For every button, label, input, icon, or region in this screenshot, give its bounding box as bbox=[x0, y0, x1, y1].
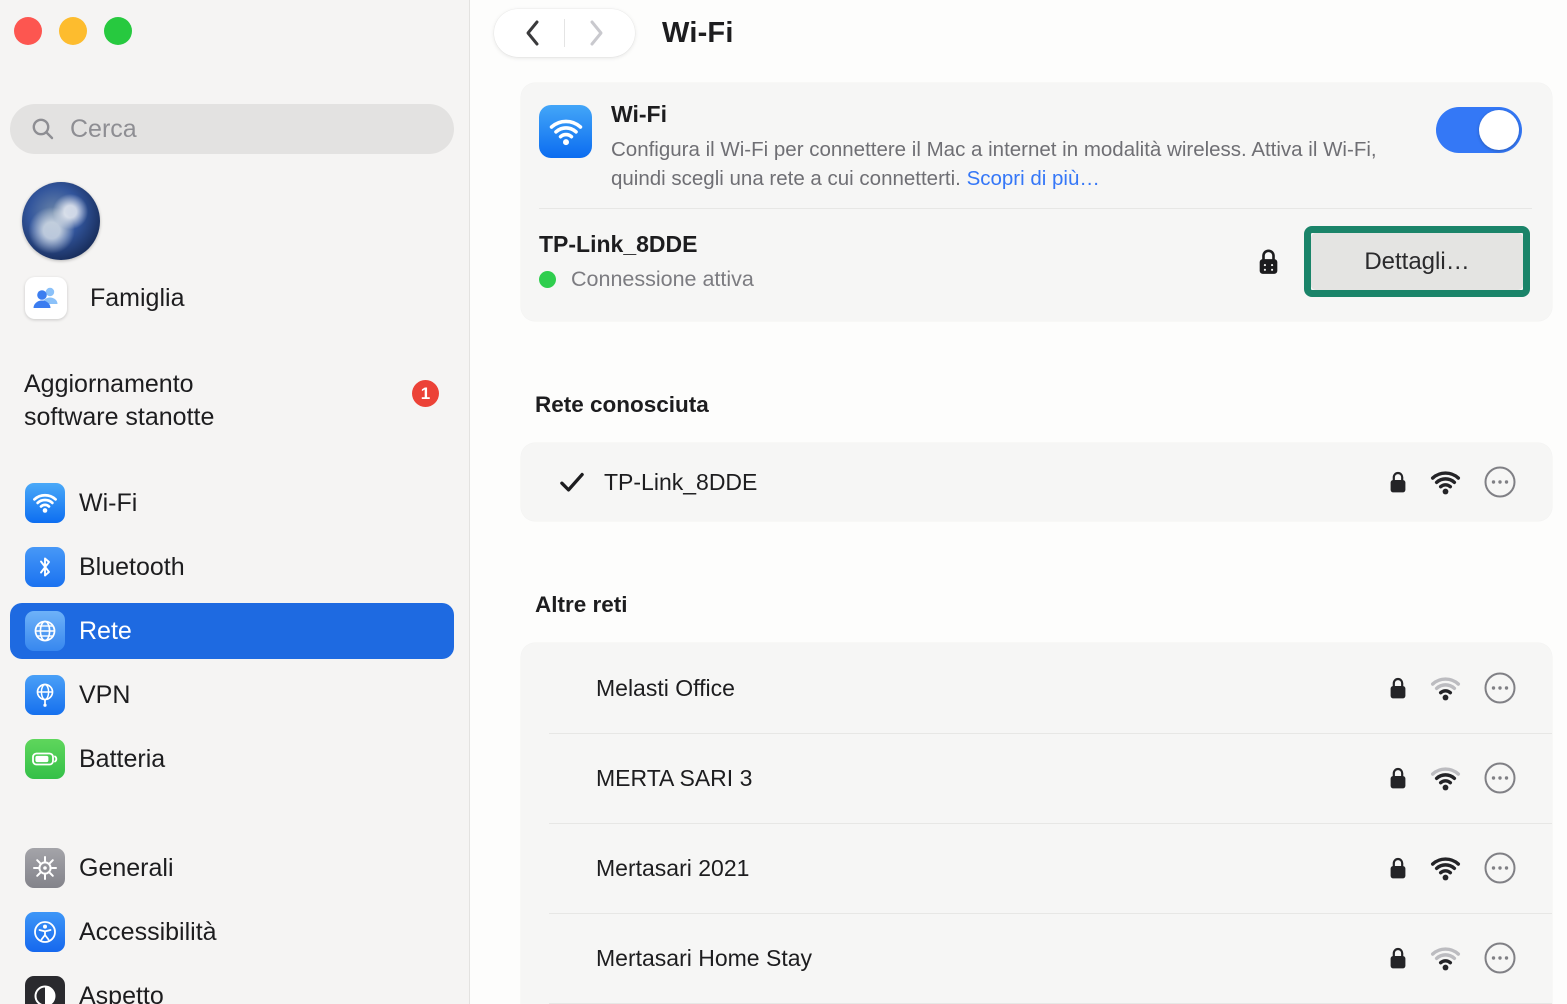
software-update-label: Aggiornamento software stanotte bbox=[24, 368, 274, 434]
lock-icon bbox=[1388, 765, 1408, 791]
known-network-section-title: Rete conosciuta bbox=[535, 392, 1552, 418]
header: Wi-Fi bbox=[470, 0, 1567, 57]
wifi-master-card: Wi-Fi Configura il Wi-Fi per connettere … bbox=[521, 83, 1552, 321]
close-window-button[interactable] bbox=[14, 17, 42, 45]
page-title: Wi-Fi bbox=[662, 17, 734, 50]
zoom-window-button[interactable] bbox=[104, 17, 132, 45]
network-row[interactable]: Mertasari Home Stay bbox=[521, 913, 1552, 1003]
connection-status: Connessione attiva bbox=[571, 267, 754, 292]
forward-button[interactable] bbox=[565, 9, 627, 57]
sidebar-item-label: Bluetooth bbox=[79, 553, 185, 582]
search-icon bbox=[30, 116, 56, 142]
network-row[interactable]: Melasti Office bbox=[521, 643, 1552, 733]
highlight-annotation: Dettagli… bbox=[1304, 226, 1530, 297]
other-networks-list: Melasti Office MERTA SARI 3 Mertasari 20… bbox=[521, 643, 1552, 1004]
family-icon bbox=[25, 277, 67, 319]
network-name: Melasti Office bbox=[596, 675, 735, 702]
wifi-card-description: Configura il Wi-Fi per connettere il Mac… bbox=[611, 135, 1436, 193]
more-options-icon[interactable] bbox=[1483, 465, 1517, 499]
sidebar-item-batteria[interactable]: Batteria bbox=[10, 731, 454, 787]
network-row[interactable]: Mertasari 2021 bbox=[521, 823, 1552, 913]
network-name: Mertasari Home Stay bbox=[596, 945, 812, 972]
sidebar-group-divider bbox=[0, 795, 469, 840]
toggle-knob bbox=[1479, 110, 1519, 150]
update-badge: 1 bbox=[412, 380, 439, 407]
sidebar: Cerca Famiglia Aggiornamento software st… bbox=[0, 0, 470, 1004]
wifi-signal-icon bbox=[1429, 855, 1462, 882]
status-dot bbox=[539, 271, 556, 288]
sidebar-item-famiglia[interactable]: Famiglia bbox=[25, 277, 469, 319]
sidebar-item-label: VPN bbox=[79, 681, 130, 710]
vpn-globe-icon bbox=[25, 675, 65, 715]
network-row[interactable]: MERTA SARI 3 bbox=[521, 733, 1552, 823]
wifi-icon bbox=[25, 483, 65, 523]
lock-icon bbox=[1256, 246, 1281, 277]
network-name: Mertasari 2021 bbox=[596, 855, 749, 882]
gear-icon bbox=[25, 848, 65, 888]
bluetooth-icon bbox=[25, 547, 65, 587]
wifi-signal-icon bbox=[1429, 765, 1462, 792]
network-globe-icon bbox=[25, 611, 65, 651]
sidebar-item-wifi[interactable]: Wi-Fi bbox=[10, 475, 454, 531]
lock-icon bbox=[1388, 675, 1408, 701]
sidebar-item-rete[interactable]: Rete bbox=[10, 603, 454, 659]
sidebar-item-label: Generali bbox=[79, 854, 174, 883]
content: Wi-Fi Configura il Wi-Fi per connettere … bbox=[470, 57, 1567, 1004]
more-options-icon[interactable] bbox=[1483, 761, 1517, 795]
avatar[interactable] bbox=[22, 182, 100, 260]
learn-more-link[interactable]: Scopri di più… bbox=[967, 167, 1100, 190]
details-button[interactable]: Dettagli… bbox=[1311, 233, 1523, 290]
lock-icon bbox=[1388, 855, 1408, 881]
sidebar-item-generali[interactable]: Generali bbox=[10, 840, 454, 896]
appearance-icon bbox=[25, 976, 65, 1004]
wifi-card-title: Wi-Fi bbox=[611, 101, 1436, 128]
sidebar-item-vpn[interactable]: VPN bbox=[10, 667, 454, 723]
sidebar-item-label: Batteria bbox=[79, 745, 165, 774]
chevron-right-icon bbox=[586, 18, 606, 48]
known-network-row[interactable]: TP-Link_8DDE bbox=[521, 443, 1552, 521]
chevron-left-icon bbox=[523, 18, 543, 48]
sidebar-item-software-update[interactable]: Aggiornamento software stanotte 1 bbox=[24, 368, 439, 434]
sidebar-item-label: Accessibilità bbox=[79, 918, 217, 947]
back-button[interactable] bbox=[502, 9, 564, 57]
sidebar-item-label: Rete bbox=[79, 617, 132, 646]
minimize-window-button[interactable] bbox=[59, 17, 87, 45]
window-controls bbox=[14, 17, 469, 45]
wifi-toggle[interactable] bbox=[1436, 107, 1522, 153]
accessibility-icon bbox=[25, 912, 65, 952]
other-networks-section-title: Altre reti bbox=[535, 592, 1552, 618]
more-options-icon[interactable] bbox=[1483, 671, 1517, 705]
wifi-signal-icon bbox=[1429, 945, 1462, 972]
sidebar-item-aspetto[interactable]: Aspetto bbox=[10, 968, 454, 1004]
battery-icon bbox=[25, 739, 65, 779]
sidebar-item-label: Wi-Fi bbox=[79, 489, 137, 518]
history-nav bbox=[494, 9, 635, 57]
current-network-name: TP-Link_8DDE bbox=[539, 231, 754, 258]
lock-icon bbox=[1388, 945, 1408, 971]
sidebar-item-bluetooth[interactable]: Bluetooth bbox=[10, 539, 454, 595]
sidebar-item-accessibilita[interactable]: Accessibilità bbox=[10, 904, 454, 960]
search-input[interactable]: Cerca bbox=[10, 104, 454, 154]
wifi-signal-icon bbox=[1429, 469, 1462, 496]
sidebar-item-label: Aspetto bbox=[79, 982, 164, 1004]
current-network-row: TP-Link_8DDE Connessione attiva Dettag bbox=[539, 209, 1532, 321]
sidebar-item-label: Famiglia bbox=[90, 284, 184, 313]
wifi-app-icon bbox=[539, 105, 592, 158]
sidebar-nav: Wi-Fi Bluetooth Rete bbox=[0, 475, 469, 1004]
lock-icon bbox=[1388, 469, 1408, 495]
more-options-icon[interactable] bbox=[1483, 941, 1517, 975]
more-options-icon[interactable] bbox=[1483, 851, 1517, 885]
checkmark-icon bbox=[559, 471, 585, 494]
search-placeholder: Cerca bbox=[70, 115, 137, 144]
network-name: MERTA SARI 3 bbox=[596, 765, 752, 792]
network-name: TP-Link_8DDE bbox=[604, 469, 757, 496]
wifi-signal-icon bbox=[1429, 675, 1462, 702]
main-pane: Wi-Fi Wi-Fi Configura il Wi-Fi per conne… bbox=[470, 0, 1567, 1004]
